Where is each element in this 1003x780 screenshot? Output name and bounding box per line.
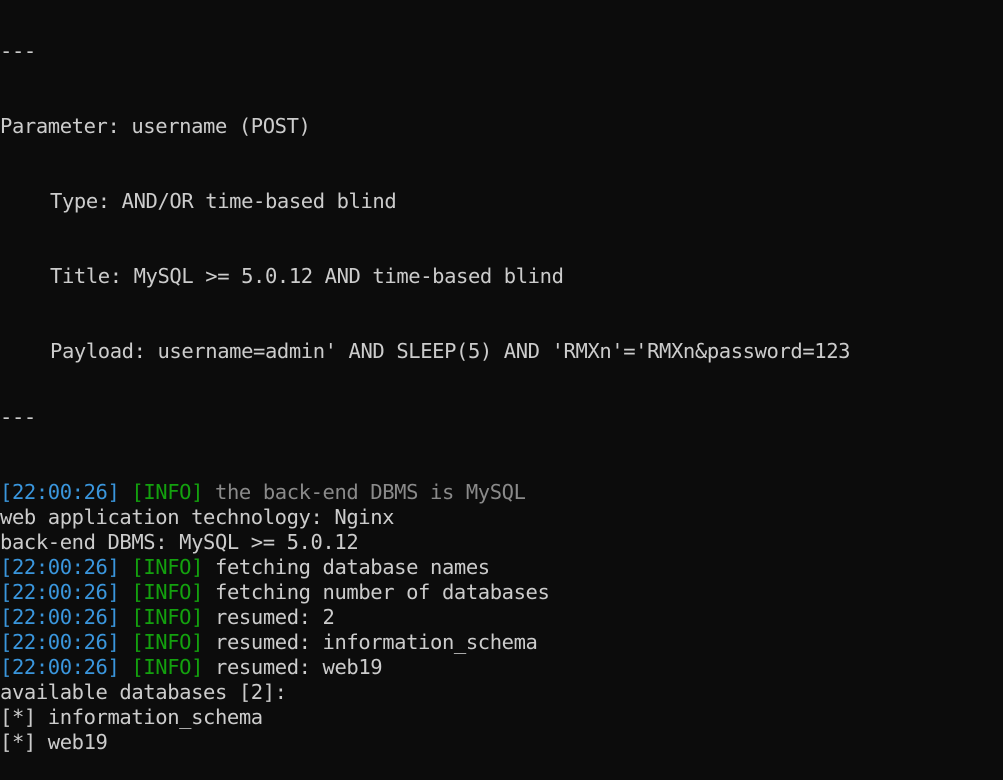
level-bracket-close: ] — [191, 555, 204, 579]
log-line-plain: [*] web19 — [0, 730, 108, 754]
log-level: INFO — [143, 655, 192, 679]
timestamp-bracket-close: ] — [107, 480, 120, 504]
timestamp: 22:00:26 — [11, 630, 108, 654]
log-line-info: [22:00:26] [INFO] the back-end DBMS is M… — [0, 480, 1003, 505]
timestamp-bracket-close: ] — [107, 655, 120, 679]
log-level: INFO — [143, 630, 192, 654]
timestamp: 22:00:26 — [11, 480, 108, 504]
log-message: resumed: information_schema — [215, 630, 538, 654]
level-bracket-open: [ — [131, 655, 144, 679]
level-bracket-open: [ — [131, 555, 144, 579]
level-bracket-close: ] — [191, 480, 204, 504]
log-line-plain: web application technology: Nginx — [0, 505, 395, 529]
log-output: [22:00:26] [INFO] the back-end DBMS is M… — [0, 480, 1003, 755]
timestamp-bracket-open: [ — [0, 605, 12, 629]
title-line: Title: MySQL >= 5.0.12 AND time-based bl… — [50, 264, 564, 288]
timestamp-bracket-open: [ — [0, 655, 12, 679]
log-message: fetching database names — [215, 555, 490, 579]
type-line: Type: AND/OR time-based blind — [50, 189, 397, 213]
log-line-plain: [*] information_schema — [0, 705, 263, 729]
log-line-info: [22:00:26] [INFO] resumed: information_s… — [0, 630, 1003, 655]
timestamp-bracket-open: [ — [0, 630, 12, 654]
level-bracket-close: ] — [191, 605, 204, 629]
level-bracket-close: ] — [191, 630, 204, 654]
timestamp: 22:00:26 — [11, 555, 108, 579]
log-level: INFO — [143, 555, 192, 579]
log-line-info: [22:00:26] [INFO] fetching number of dat… — [0, 580, 1003, 605]
log-message: the back-end DBMS is MySQL — [215, 480, 526, 504]
log-line-plain: back-end DBMS: MySQL >= 5.0.12 — [0, 530, 359, 554]
log-line-plain: available databases [2]: — [0, 680, 287, 704]
parameter-line: Parameter: username (POST) — [0, 114, 311, 138]
log-level: INFO — [143, 480, 192, 504]
timestamp-bracket-close: ] — [107, 580, 120, 604]
level-bracket-close: ] — [191, 580, 204, 604]
timestamp-bracket-close: ] — [107, 605, 120, 629]
timestamp: 22:00:26 — [11, 605, 108, 629]
timestamp: 22:00:26 — [11, 580, 108, 604]
separator-top: --- — [0, 39, 36, 63]
timestamp-bracket-open: [ — [0, 580, 12, 604]
log-message: resumed: 2 — [215, 605, 335, 629]
level-bracket-open: [ — [131, 605, 144, 629]
level-bracket-open: [ — [131, 580, 144, 604]
log-level: INFO — [143, 605, 192, 629]
timestamp-bracket-close: ] — [107, 630, 120, 654]
terminal-window[interactable]: --- Parameter: username (POST) Type: AND… — [0, 0, 1003, 754]
timestamp-bracket-close: ] — [107, 555, 120, 579]
log-level: INFO — [143, 580, 192, 604]
log-line-info: [22:00:26] [INFO] resumed: web19 — [0, 655, 1003, 680]
log-line-info: [22:00:26] [INFO] resumed: 2 — [0, 605, 1003, 630]
timestamp: 22:00:26 — [11, 655, 108, 679]
level-bracket-open: [ — [131, 630, 144, 654]
log-message: resumed: web19 — [215, 655, 383, 679]
timestamp-bracket-open: [ — [0, 480, 12, 504]
level-bracket-close: ] — [191, 655, 204, 679]
log-message: fetching number of databases — [215, 580, 550, 604]
payload-line: Payload: username=admin' AND SLEEP(5) AN… — [50, 339, 851, 363]
timestamp-bracket-open: [ — [0, 555, 12, 579]
separator-bottom: --- — [0, 405, 36, 429]
log-line-info: [22:00:26] [INFO] fetching database name… — [0, 555, 1003, 580]
level-bracket-open: [ — [131, 480, 144, 504]
